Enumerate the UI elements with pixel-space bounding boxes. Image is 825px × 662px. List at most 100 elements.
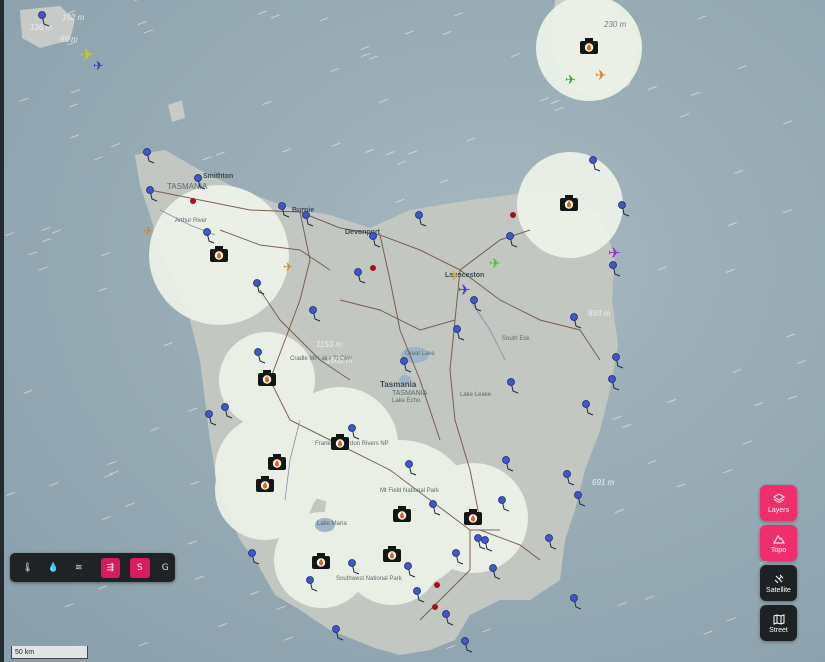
weather-station-marker[interactable] — [612, 353, 620, 361]
weather-station-marker[interactable] — [570, 313, 578, 321]
weather-station-marker[interactable] — [429, 500, 437, 508]
weather-station-marker[interactable] — [405, 460, 413, 468]
plane-blue-icon[interactable]: ✈ — [458, 281, 471, 299]
plane-purple-icon[interactable]: ✈ — [608, 244, 621, 262]
layers-label: Layers — [767, 506, 789, 514]
weather-station-marker[interactable] — [205, 410, 213, 418]
temperature-icon[interactable]: 🌡 — [18, 558, 38, 578]
topo-button[interactable]: Topo — [760, 525, 797, 561]
weather-station-marker[interactable] — [507, 378, 515, 386]
plane-orange-icon[interactable]: ✈ — [143, 224, 153, 238]
svg-text:South Esk: South Esk — [502, 336, 530, 342]
plane-orange-icon[interactable]: ✈ — [283, 260, 293, 274]
plane-green-icon[interactable]: ✈ — [565, 73, 576, 88]
weather-station-marker[interactable] — [332, 625, 340, 633]
weather-station-marker[interactable] — [545, 534, 553, 542]
weather-station-marker[interactable] — [203, 228, 211, 236]
weather-station-marker[interactable] — [278, 202, 286, 210]
weather-station-marker[interactable] — [309, 306, 317, 314]
svg-text:Arthur River: Arthur River — [175, 218, 207, 224]
svg-text:TASMANIA: TASMANIA — [392, 390, 428, 397]
weather-station-marker[interactable] — [415, 211, 423, 219]
weather-station-marker[interactable] — [502, 456, 510, 464]
svg-text:TASMANIA: TASMANIA — [167, 182, 208, 191]
weather-station-marker[interactable] — [563, 470, 571, 478]
svg-text:Smithton: Smithton — [203, 173, 233, 180]
weather-station-marker[interactable] — [481, 536, 489, 544]
weather-station-marker[interactable] — [253, 279, 261, 287]
topo-label: Topo — [770, 546, 787, 554]
weather-station-marker[interactable] — [453, 325, 461, 333]
layer-switcher: Layers Topo Satellite Street — [760, 485, 797, 645]
weather-station-marker[interactable] — [254, 348, 262, 356]
weather-station-marker[interactable] — [369, 232, 377, 240]
weather-station-marker[interactable] — [574, 491, 582, 499]
svg-text:1427 m: 1427 m — [298, 416, 325, 425]
weather-station-marker[interactable] — [221, 403, 229, 411]
weather-station-marker[interactable] — [248, 549, 256, 557]
weather-station-marker[interactable] — [570, 594, 578, 602]
weather-station-marker[interactable] — [146, 186, 154, 194]
weather-station-marker[interactable] — [348, 424, 356, 432]
wind-icon[interactable]: ≋ — [69, 558, 89, 578]
weather-station-marker[interactable] — [38, 11, 46, 19]
mountain-icon — [772, 534, 785, 543]
svg-text:Great Lake: Great Lake — [405, 351, 435, 357]
svg-text:Lake Leake: Lake Leake — [460, 392, 492, 398]
map-icon — [773, 613, 784, 625]
weather-station-marker[interactable] — [461, 637, 469, 645]
svg-text:136 m: 136 m — [30, 23, 53, 32]
satellite-button[interactable]: Satellite — [760, 565, 797, 601]
weather-station-marker[interactable] — [582, 400, 590, 408]
svg-text:Lake Echo: Lake Echo — [392, 398, 421, 404]
weather-station-marker[interactable] — [506, 232, 514, 240]
plane-green-icon[interactable]: ✈ — [489, 256, 501, 272]
humidity-icon[interactable]: 💧 — [44, 558, 64, 578]
svg-text:1602 m: 1602 m — [326, 356, 353, 365]
street-label: Street — [769, 626, 788, 634]
weather-station-marker[interactable] — [306, 576, 314, 584]
plane-blue-icon[interactable]: ✈ — [93, 59, 104, 74]
left-edge — [0, 0, 4, 662]
satellite-label: Satellite — [766, 586, 791, 594]
weather-station-marker[interactable] — [413, 587, 421, 595]
weather-station-marker[interactable] — [470, 296, 478, 304]
weather-station-marker[interactable] — [348, 559, 356, 567]
svg-text:Southwest National Park: Southwest National Park — [336, 576, 403, 582]
street-button[interactable]: Street — [760, 605, 797, 641]
scale-bar: 50 km — [11, 646, 88, 659]
layers-button[interactable]: Layers — [760, 485, 797, 521]
layers-icon — [772, 492, 785, 503]
svg-text:89 m: 89 m — [60, 35, 78, 44]
fire-wind-icon[interactable]: ⇶ — [100, 557, 120, 578]
weather-station-marker[interactable] — [489, 564, 497, 572]
plane-yellow-icon[interactable]: ✈ — [80, 45, 93, 64]
weather-station-marker[interactable] — [302, 211, 310, 219]
weather-station-marker[interactable] — [474, 534, 482, 542]
weather-station-marker[interactable] — [354, 268, 362, 276]
weather-toolbar: 🌡 💧 ≋ ⇶ S G — [10, 553, 175, 582]
svg-text:Mt Field National Park: Mt Field National Park — [380, 488, 440, 494]
weather-station-marker[interactable] — [452, 549, 460, 557]
weather-station-marker[interactable] — [618, 201, 626, 209]
svg-text:1153 m: 1153 m — [316, 340, 342, 349]
weather-station-marker[interactable] — [608, 375, 616, 383]
weather-station-marker[interactable] — [609, 261, 617, 269]
svg-text:230 m: 230 m — [603, 20, 627, 29]
s-toggle[interactable]: S — [130, 557, 150, 578]
weather-station-marker[interactable] — [194, 174, 202, 182]
svg-text:Tasmania: Tasmania — [380, 380, 417, 389]
svg-text:893 m: 893 m — [588, 309, 611, 318]
weather-station-marker[interactable] — [589, 156, 597, 164]
g-toggle[interactable]: G — [156, 558, 176, 578]
weather-station-marker[interactable] — [442, 610, 450, 618]
weather-station-marker[interactable] — [498, 496, 506, 504]
plane-orange-icon[interactable]: ✈ — [595, 68, 607, 84]
weather-station-marker[interactable] — [400, 357, 408, 365]
weather-station-marker[interactable] — [404, 562, 412, 570]
satellite-icon — [774, 574, 783, 583]
svg-text:192 m: 192 m — [62, 13, 85, 22]
svg-text:Lake Maria: Lake Maria — [317, 521, 347, 527]
svg-text:Franklin- Gordon Rivers NP: Franklin- Gordon Rivers NP — [315, 441, 389, 447]
weather-station-marker[interactable] — [143, 148, 151, 156]
